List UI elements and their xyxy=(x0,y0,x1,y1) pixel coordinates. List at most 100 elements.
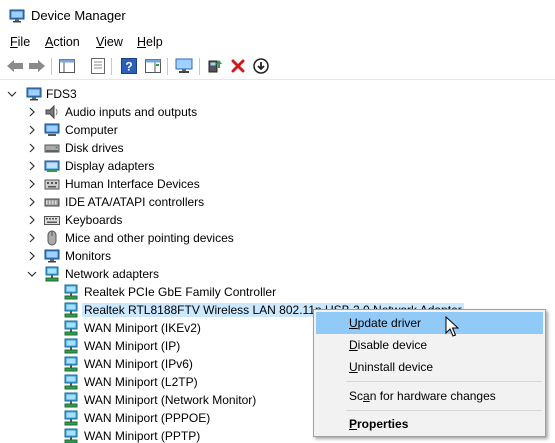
toolbar-separator xyxy=(111,58,112,75)
action-pane-button[interactable] xyxy=(143,56,163,76)
device-manager-icon xyxy=(9,9,25,23)
chevron-right-icon[interactable] xyxy=(27,124,37,136)
chevron-down-icon[interactable] xyxy=(27,268,37,280)
network-adapter-icon xyxy=(64,338,78,354)
tree-device-label: WAN Miniport (IP) xyxy=(84,339,181,353)
forward-button[interactable] xyxy=(27,56,47,76)
tree-category-network-adapters[interactable]: Network adapters xyxy=(0,265,555,283)
network-adapter-icon xyxy=(64,374,78,390)
disable-down-icon xyxy=(253,58,269,74)
network-adapter-icon xyxy=(64,392,78,408)
chevron-right-icon[interactable] xyxy=(27,178,37,190)
menu-view[interactable]: View xyxy=(96,35,123,49)
console-tree-icon xyxy=(59,59,75,73)
toolbar: ? xyxy=(0,53,555,80)
mouse-icon xyxy=(47,230,57,246)
chevron-right-icon[interactable] xyxy=(27,250,37,262)
tree-device-label: WAN Miniport (IKEv2) xyxy=(84,321,201,335)
tree-category-label: IDE ATA/ATAPI controllers xyxy=(65,195,205,209)
svg-text:?: ? xyxy=(125,60,132,74)
tree-category-ide[interactable]: IDE ATA/ATAPI controllers xyxy=(0,193,555,211)
scan-hardware-button[interactable] xyxy=(174,56,194,76)
tree-category-label: Computer xyxy=(65,123,118,137)
tree-category-mice[interactable]: Mice and other pointing devices xyxy=(0,229,555,247)
tree-device-label: WAN Miniport (Network Monitor) xyxy=(84,393,257,407)
tree-root[interactable]: FDS3 xyxy=(0,85,555,103)
chevron-right-icon[interactable] xyxy=(27,214,37,226)
menu-action[interactable]: Action xyxy=(45,35,80,49)
mouse-cursor-icon xyxy=(445,316,459,337)
menu-separator xyxy=(346,410,542,411)
tree-category-computer[interactable]: Computer xyxy=(0,121,555,139)
tree-device[interactable]: Realtek PCIe GbE Family Controller xyxy=(0,283,555,301)
toolbar-separator xyxy=(199,58,200,75)
chevron-down-icon[interactable] xyxy=(7,88,17,100)
context-menu: Update driver Disable device Uninstall d… xyxy=(313,309,546,437)
chevron-right-icon[interactable] xyxy=(27,106,37,118)
network-adapter-icon xyxy=(45,266,59,282)
tree-root-label: FDS3 xyxy=(46,87,77,101)
tree-category-label: Keyboards xyxy=(65,213,123,227)
tree-category-label: Disk drives xyxy=(65,141,124,155)
update-driver-menu-item[interactable]: Update driver xyxy=(316,312,543,334)
action-pane-icon xyxy=(145,59,161,73)
network-adapter-icon xyxy=(64,428,78,443)
tree-category-keyboards[interactable]: Keyboards xyxy=(0,211,555,229)
menu-separator xyxy=(346,381,542,382)
toolbar-separator xyxy=(51,58,52,75)
disable-toolbar-button[interactable] xyxy=(251,56,271,76)
tree-category-audio[interactable]: Audio inputs and outputs xyxy=(0,103,555,121)
help-icon: ? xyxy=(121,58,137,74)
network-adapter-icon xyxy=(64,302,78,318)
tree-category-monitors[interactable]: Monitors xyxy=(0,247,555,265)
display-adapter-icon xyxy=(44,160,60,172)
disk-drive-icon xyxy=(44,144,60,153)
disable-device-menu-item[interactable]: Disable device xyxy=(316,334,543,356)
chevron-right-icon[interactable] xyxy=(27,142,37,154)
forward-arrow-icon xyxy=(29,60,45,72)
tree-category-hid[interactable]: Human Interface Devices xyxy=(0,175,555,193)
tree-category-label: Human Interface Devices xyxy=(65,177,200,191)
tree-device-label: WAN Miniport (PPPOE) xyxy=(84,411,211,425)
scan-hardware-menu-item[interactable]: Scan for hardware changes xyxy=(316,385,543,407)
menu-file[interactable]: File xyxy=(10,35,30,49)
tree-device-label: WAN Miniport (PPTP) xyxy=(84,429,201,443)
network-adapter-icon xyxy=(64,356,78,372)
uninstall-x-icon xyxy=(231,59,245,73)
tree-device-label: Realtek PCIe GbE Family Controller xyxy=(84,285,277,299)
update-driver-icon xyxy=(208,60,222,73)
tree-category-label: Monitors xyxy=(65,249,112,263)
tree-category-label: Display adapters xyxy=(65,159,155,173)
back-button[interactable] xyxy=(5,56,25,76)
computer-icon xyxy=(26,87,42,101)
update-driver-toolbar-button[interactable] xyxy=(205,56,225,76)
network-adapter-icon xyxy=(64,320,78,336)
chevron-right-icon[interactable] xyxy=(27,160,37,172)
tree-device-label: WAN Miniport (IPv6) xyxy=(84,357,193,371)
keyboard-icon xyxy=(44,216,60,225)
title-bar: Device Manager xyxy=(0,0,555,32)
back-arrow-icon xyxy=(7,60,23,72)
toolbar-separator xyxy=(167,58,168,75)
chevron-right-icon[interactable] xyxy=(27,196,37,208)
monitor-scan-icon xyxy=(175,58,193,73)
uninstall-device-menu-item[interactable]: Uninstall device xyxy=(316,356,543,378)
uninstall-toolbar-button[interactable] xyxy=(228,56,248,76)
tree-category-label: Mice and other pointing devices xyxy=(65,231,234,245)
tree-category-disk-drives[interactable]: Disk drives xyxy=(0,139,555,157)
properties-menu-item[interactable]: Properties xyxy=(316,413,543,435)
tree-category-display-adapters[interactable]: Display adapters xyxy=(0,157,555,175)
tree-category-label: Audio inputs and outputs xyxy=(65,105,198,119)
speaker-icon xyxy=(45,104,58,120)
help-button[interactable]: ? xyxy=(119,56,139,76)
network-adapter-icon xyxy=(64,284,78,300)
monitor-icon xyxy=(44,249,60,263)
menu-help[interactable]: Help xyxy=(137,35,163,49)
computer-icon xyxy=(44,123,60,136)
properties-button[interactable] xyxy=(88,56,108,76)
properties-sheet-icon xyxy=(91,58,105,74)
chevron-right-icon[interactable] xyxy=(27,232,37,244)
show-hide-console-tree-button[interactable] xyxy=(57,56,77,76)
tree-device-label: WAN Miniport (L2TP) xyxy=(84,375,198,389)
ide-controller-icon xyxy=(44,198,60,207)
